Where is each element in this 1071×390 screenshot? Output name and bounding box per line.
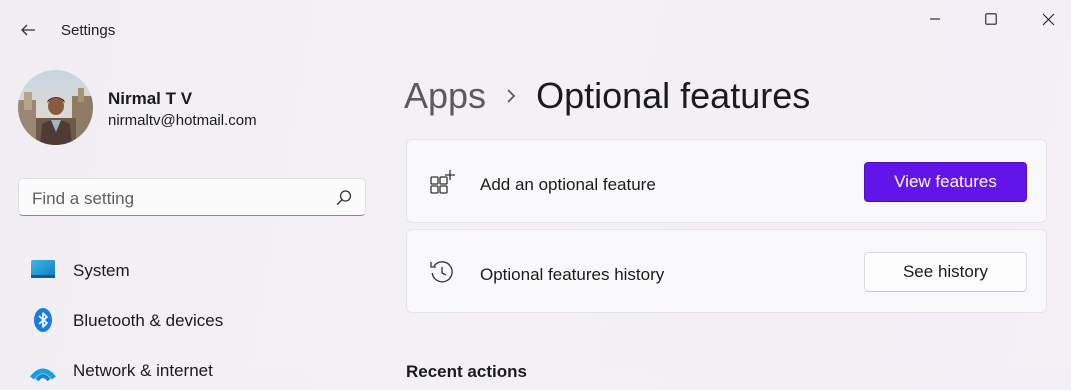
sidebar-item-bluetooth[interactable]: Bluetooth & devices (30, 300, 360, 340)
breadcrumb-parent[interactable]: Apps (404, 75, 486, 117)
app-title: Settings (61, 22, 116, 39)
page-title: Optional features (536, 75, 811, 116)
view-features-button[interactable]: View features (864, 162, 1027, 202)
profile-name: Nirmal T V (108, 89, 193, 108)
sidebar-item-label: Bluetooth & devices (73, 311, 224, 330)
maximize-icon (985, 13, 997, 25)
profile-email: nirmaltv@hotmail.com (108, 112, 257, 129)
minimize-button[interactable] (912, 4, 958, 34)
title-bar: Settings (0, 0, 1071, 48)
close-icon (1042, 13, 1054, 25)
sidebar-item-label: System (73, 261, 130, 280)
search-icon[interactable] (335, 189, 353, 207)
optional-features-history-card: Optional features history See history (406, 229, 1047, 313)
wifi-icon (30, 368, 56, 382)
sidebar-item-system[interactable]: System (30, 250, 360, 290)
recent-actions-heading: Recent actions (406, 362, 527, 381)
breadcrumb: Apps Optional features (404, 72, 810, 120)
chevron-right-icon (486, 88, 536, 104)
card-label: Add an optional feature (480, 175, 656, 194)
close-button[interactable] (1025, 4, 1071, 34)
history-icon (430, 261, 453, 283)
avatar (18, 70, 93, 145)
minimize-icon (930, 18, 940, 20)
maximize-button[interactable] (968, 4, 1014, 34)
bluetooth-icon (34, 308, 52, 332)
back-arrow-icon (21, 24, 35, 36)
sidebar-item-label: Network & internet (73, 361, 213, 380)
add-optional-feature-card: Add an optional feature View features (406, 139, 1047, 223)
add-feature-icon (430, 170, 455, 194)
card-label: Optional features history (480, 265, 665, 284)
sidebar-item-network[interactable]: Network & internet (30, 350, 360, 390)
search-placeholder: Find a setting (32, 189, 135, 208)
back-button[interactable] (12, 14, 44, 46)
monitor-icon (31, 260, 55, 278)
user-profile[interactable]: Nirmal T V nirmaltv@hotmail.com (18, 70, 378, 146)
see-history-button[interactable]: See history (864, 252, 1027, 292)
search-input[interactable]: Find a setting (18, 178, 366, 216)
